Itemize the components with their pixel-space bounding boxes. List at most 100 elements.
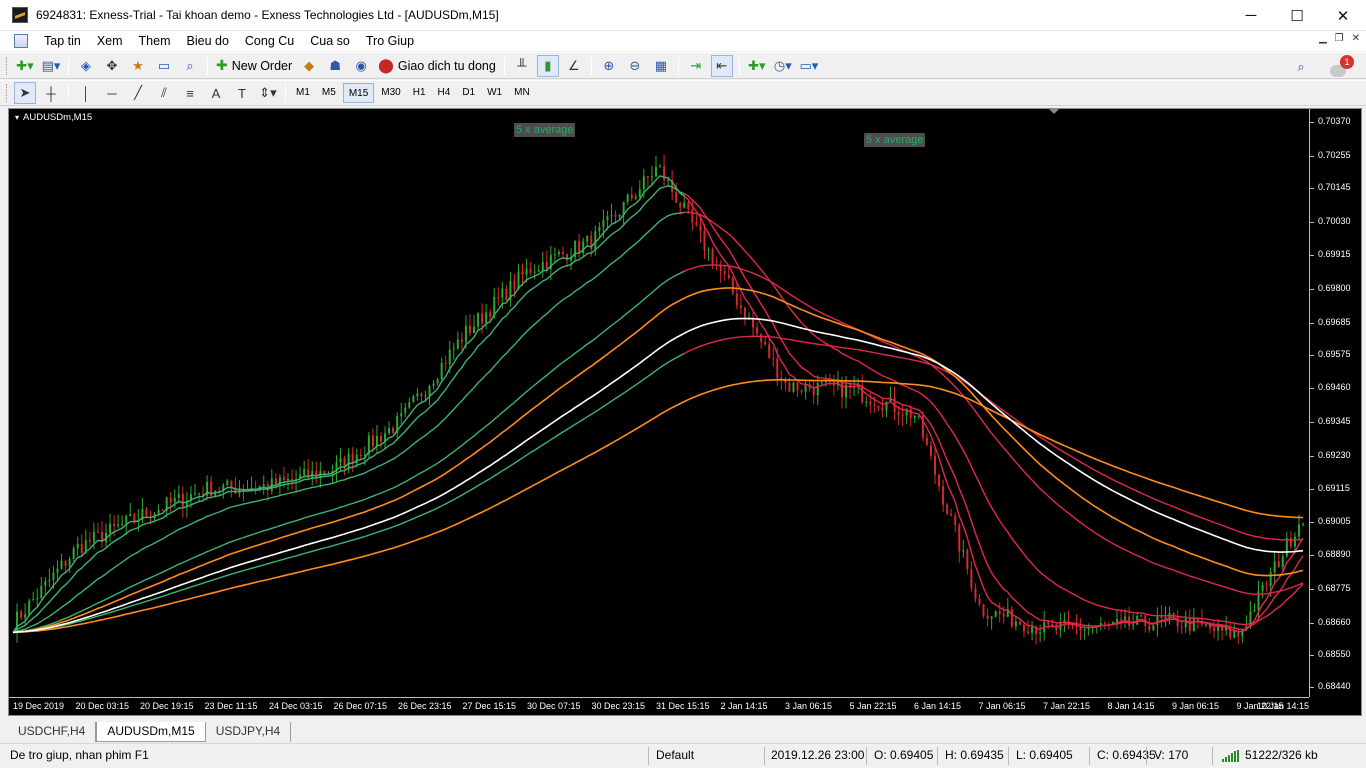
fibonacci-icon[interactable]: ≡: [179, 82, 201, 104]
timeframe-m1[interactable]: M1: [291, 83, 315, 103]
toolbar-grip[interactable]: [6, 84, 9, 102]
line-chart-icon[interactable]: ∠: [563, 55, 585, 77]
trendline-icon[interactable]: ╱: [127, 82, 149, 104]
strategy-tester-icon[interactable]: ⌕: [179, 55, 201, 77]
timeframe-h4[interactable]: H4: [433, 83, 456, 103]
equidistant-channel-icon[interactable]: ⫽: [153, 82, 175, 104]
candle-body: [505, 288, 508, 301]
signals-icon[interactable]: ◉: [350, 55, 372, 77]
chart-document-icon[interactable]: [14, 34, 28, 48]
tab-audusdm-m15[interactable]: AUDUSDm,M15: [96, 722, 206, 742]
metaquotes-language-icon[interactable]: ☗: [324, 55, 346, 77]
candle-body: [270, 478, 273, 491]
text-label-icon[interactable]: T: [231, 82, 253, 104]
candle-body: [477, 313, 480, 327]
status-profile[interactable]: Default: [656, 748, 694, 762]
moving-average-orange-line: [12, 287, 1304, 634]
chart-shift-icon[interactable]: ⇤: [710, 54, 733, 77]
candle-body: [756, 327, 759, 334]
auto-scroll-icon[interactable]: ⇥: [685, 55, 707, 77]
mdi-minimize-button[interactable]: ▁: [1319, 33, 1327, 44]
mdi-close-button[interactable]: ✕: [1352, 33, 1360, 44]
toolbar-separator: [677, 56, 679, 75]
menu-view[interactable]: Xem: [89, 31, 131, 51]
candle-body: [659, 166, 662, 168]
auto-trading-icon: ⬤: [378, 57, 394, 73]
tab-usdjpy-h4[interactable]: USDJPY,H4: [206, 722, 292, 742]
candle-body: [610, 215, 613, 217]
candlestick-chart-icon[interactable]: ▮: [536, 54, 559, 77]
candle-body: [1277, 561, 1280, 568]
auto-trading-button[interactable]: ⬤ Giao dich tu dong: [374, 55, 500, 77]
zoom-in-icon[interactable]: ⊕: [598, 55, 620, 77]
candle-body: [286, 479, 289, 481]
notification-badge: 1: [1340, 55, 1354, 69]
minimize-button[interactable]: ─: [1228, 0, 1274, 31]
metaeditor-icon[interactable]: ◆: [298, 55, 320, 77]
menu-file[interactable]: Tap tin: [36, 31, 89, 51]
zoom-out-icon[interactable]: ⊖: [624, 55, 646, 77]
maximize-button[interactable]: ☐: [1274, 0, 1320, 31]
toolbar-grip[interactable]: [6, 56, 9, 75]
profiles-icon[interactable]: ▤▾: [40, 55, 62, 77]
chart-window[interactable]: AUDUSDm,M15 5 x average 5 x average 0.70…: [8, 108, 1362, 716]
menu-charts[interactable]: Bieu do: [179, 31, 237, 51]
chart-shift-marker[interactable]: [1049, 109, 1059, 114]
horizontal-line-icon[interactable]: ─: [101, 82, 123, 104]
timeframe-d1[interactable]: D1: [457, 83, 480, 103]
timeframe-w1[interactable]: W1: [482, 83, 507, 103]
timeframe-m15[interactable]: M15: [342, 83, 375, 103]
candle-body: [557, 252, 560, 255]
terminal-icon[interactable]: ▭: [153, 55, 175, 77]
navigator-icon[interactable]: ★: [127, 55, 149, 77]
menu-help[interactable]: Tro Giup: [358, 31, 422, 51]
candle-body: [695, 222, 698, 225]
tab-usdchf-h4[interactable]: USDCHF,H4: [8, 722, 97, 742]
search-icon[interactable]: ⌕: [1290, 56, 1312, 78]
data-window-icon[interactable]: ✥: [101, 55, 123, 77]
candle-body: [1047, 621, 1050, 625]
candle-body: [998, 611, 1001, 615]
timeframe-h1[interactable]: H1: [408, 83, 431, 103]
vertical-line-icon[interactable]: │: [75, 82, 97, 104]
candle-body: [913, 416, 916, 419]
candle-body: [1176, 615, 1179, 627]
time-tick-label: 2 Jan 14:15: [720, 701, 768, 711]
close-button[interactable]: ✕: [1320, 0, 1366, 31]
crosshair-icon[interactable]: ┼: [40, 82, 62, 104]
bar-chart-icon[interactable]: ╨: [511, 55, 533, 77]
new-chart-icon[interactable]: ✚▾: [14, 55, 36, 77]
candle-body: [537, 270, 540, 272]
candle-body: [699, 224, 702, 231]
chart-plot-area[interactable]: AUDUSDm,M15 5 x average 5 x average: [9, 109, 1309, 697]
notifications-icon[interactable]: 1: [1330, 55, 1354, 77]
text-icon[interactable]: A: [205, 82, 227, 104]
price-scale[interactable]: 0.70370 0.70255 0.70145 0.70030 0.69915 0.698…: [1309, 109, 1363, 697]
templates-icon[interactable]: ▭▾: [798, 55, 820, 77]
candle-body: [946, 504, 949, 514]
new-order-button[interactable]: ✚ New Order: [212, 55, 296, 77]
candle-body: [642, 176, 645, 190]
market-watch-icon[interactable]: ◈: [75, 55, 97, 77]
arrows-icon[interactable]: ⇕▾: [257, 82, 279, 104]
periods-icon[interactable]: ◷▾: [772, 55, 794, 77]
candle-body: [1297, 524, 1300, 537]
ma-annotation-label[interactable]: 5 x average: [514, 123, 576, 137]
menu-tools[interactable]: Cong Cu: [237, 31, 302, 51]
ma-annotation-label[interactable]: 5 x average: [864, 133, 926, 147]
tile-windows-icon[interactable]: ▦: [650, 55, 672, 77]
candle-body: [719, 265, 722, 272]
candle-body: [1027, 631, 1030, 633]
menu-window[interactable]: Cua so: [302, 31, 358, 51]
price-chart[interactable]: [9, 109, 1309, 697]
time-scale[interactable]: 19 Dec 2019 20 Dec 03:15 20 Dec 19:15 23 De…: [9, 697, 1309, 715]
menu-insert[interactable]: Them: [131, 31, 179, 51]
cursor-icon[interactable]: ➤: [14, 82, 36, 104]
indicators-icon[interactable]: ✚▾: [746, 55, 768, 77]
timeframe-m5[interactable]: M5: [317, 83, 341, 103]
candle-body: [901, 415, 904, 417]
timeframe-mn[interactable]: MN: [509, 83, 535, 103]
mdi-restore-button[interactable]: ❐: [1335, 33, 1344, 44]
toolbar-separator: [738, 56, 740, 75]
timeframe-m30[interactable]: M30: [376, 83, 405, 103]
